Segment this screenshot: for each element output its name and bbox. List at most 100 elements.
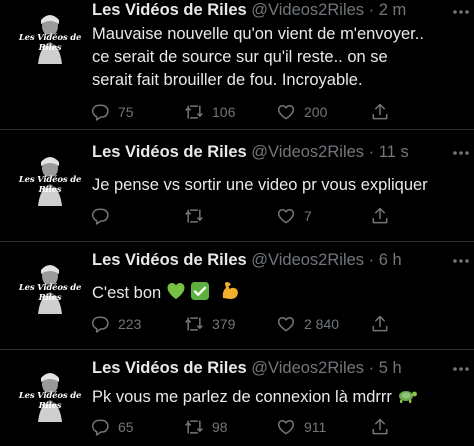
divider [0,129,474,130]
check-mark-button-icon [191,282,210,300]
timestamp[interactable]: 6 h [379,251,402,269]
tweet-text-line: ce serait de source sur qu'il reste.. on… [92,48,388,66]
timestamp[interactable]: 11 s [379,143,409,161]
user-handle[interactable]: @Videos2Riles [251,359,364,377]
separator-dot: · [368,251,375,269]
reply-button[interactable]: 223 [90,313,141,335]
share-button[interactable] [370,416,390,438]
tweet-actions: 223 379 2 840 [90,313,468,335]
reply-button[interactable]: 75 [90,101,134,123]
turtle-icon [399,391,418,403]
avatar-label: Les Vidéos de Riles [18,33,82,53]
user-handle[interactable]: @Videos2Riles [251,1,364,19]
heart-icon [277,105,295,120]
retweet-button[interactable]: 98 [184,416,228,438]
tweet-timeline: Les Vidéos de Riles Les Vidéos de Riles … [0,0,474,446]
tweet[interactable]: Les Vidéos de Riles Les Vidéos de Riles … [0,136,474,236]
display-name[interactable]: Les Vidéos de Riles [92,143,247,161]
tweet-text-line: C'est bon [92,284,162,302]
tweet-actions: 75 106 200 [90,101,468,123]
heart-icon [277,317,295,332]
retweet-button[interactable]: 106 [184,101,235,123]
tweet-text-line: serait fait brouiller de fou. Incroyable… [92,71,363,89]
tweet-header: Les Vidéos de Riles @Videos2Riles · 6 h [92,248,466,272]
reply-button[interactable] [90,205,118,227]
tweet-text: Mauvaise nouvelle qu'on vient de m'envoy… [92,23,460,92]
reply-icon [91,104,109,121]
retweet-button[interactable] [184,205,212,227]
more-options-icon[interactable] [450,358,472,380]
retweet-icon [185,420,203,434]
retweet-icon [185,317,203,331]
like-count: 200 [304,104,328,120]
green-heart-icon [167,283,185,299]
reply-icon [91,419,109,436]
heart-icon [277,420,295,435]
like-button[interactable]: 911 [276,416,326,438]
more-options-icon[interactable] [450,142,472,164]
user-handle[interactable]: @Videos2Riles [251,143,364,161]
retweet-icon [185,105,203,119]
tweet-text: Pk vous me parlez de connexion là mdrrr [92,385,460,409]
share-icon [372,315,388,332]
like-count: 7 [304,208,312,224]
reply-count: 75 [118,104,134,120]
more-options-icon[interactable] [450,250,472,272]
more-options-icon[interactable] [450,1,472,23]
like-button[interactable]: 2 840 [276,313,339,335]
tweet-text: C'est bon [92,279,460,305]
like-count: 911 [304,419,327,435]
user-handle[interactable]: @Videos2Riles [251,251,364,269]
tweet[interactable]: Les Vidéos de Riles Les Vidéos de Riles … [0,0,474,124]
like-button[interactable]: 7 [276,205,312,227]
separator-dot: · [368,143,375,161]
separator-dot: · [368,359,375,377]
timestamp[interactable]: 2 m [379,1,407,19]
reply-count: 65 [118,419,134,435]
retweet-count: 98 [212,419,228,435]
avatar-label: Les Vidéos de Riles [18,391,82,411]
share-button[interactable] [370,101,390,123]
share-button[interactable] [370,205,390,227]
tweet-text-line: Pk vous me parlez de connexion là mdrrr [92,388,392,406]
tweet-header: Les Vidéos de Riles @Videos2Riles · 5 h [92,356,466,380]
avatar-label: Les Vidéos de Riles [18,283,82,303]
retweet-button[interactable]: 379 [184,313,235,335]
share-icon [372,103,388,120]
avatar-label: Les Vidéos de Riles [18,175,82,195]
like-button[interactable]: 200 [276,101,327,123]
retweet-count: 106 [212,104,236,120]
display-name[interactable]: Les Vidéos de Riles [92,359,247,377]
tweet-text-line: Mauvaise nouvelle qu'on vient de m'envoy… [92,25,424,43]
reply-icon [91,208,109,225]
avatar[interactable]: Les Vidéos de Riles [18,4,82,70]
avatar[interactable]: Les Vidéos de Riles [18,146,82,212]
like-count: 2 840 [304,316,340,332]
tweet-header: Les Vidéos de Riles @Videos2Riles · 2 m [92,0,466,22]
flexed-biceps-icon [222,282,238,299]
tweet-actions: 65 98 911 [90,416,468,438]
reply-count: 223 [118,316,142,332]
display-name[interactable]: Les Vidéos de Riles [92,251,247,269]
tweet-text: Je pense vs sortir une video pr vous exp… [92,174,460,197]
tweet-actions: 7 [90,205,468,227]
tweet[interactable]: Les Vidéos de Riles Les Vidéos de Riles … [0,352,474,446]
reply-icon [91,316,109,333]
retweet-icon [185,209,203,223]
tweet-text-line: Je pense vs sortir une video pr vous exp… [92,176,428,194]
divider [0,241,474,242]
share-icon [372,207,388,224]
heart-icon [277,209,295,224]
separator-dot: · [368,1,375,19]
avatar[interactable]: Les Vidéos de Riles [18,254,82,320]
share-icon [372,418,388,435]
avatar[interactable]: Les Vidéos de Riles [18,362,82,428]
tweet-header: Les Vidéos de Riles @Videos2Riles · 11 s [92,140,466,164]
retweet-count: 379 [212,316,236,332]
share-button[interactable] [370,313,390,335]
divider [0,349,474,350]
tweet[interactable]: Les Vidéos de Riles Les Vidéos de Riles … [0,244,474,344]
timestamp[interactable]: 5 h [379,359,402,377]
display-name[interactable]: Les Vidéos de Riles [92,1,247,19]
reply-button[interactable]: 65 [90,416,134,438]
